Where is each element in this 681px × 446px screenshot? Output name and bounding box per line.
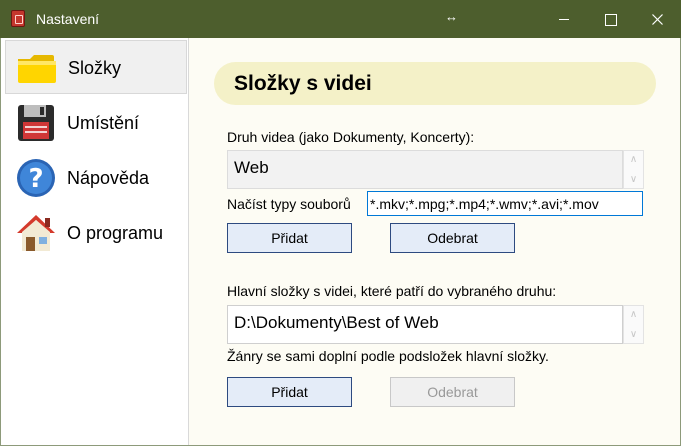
sidebar-item-label: Složky: [68, 58, 122, 78]
maximize-button[interactable]: [587, 0, 633, 38]
window-title: Nastavení: [36, 11, 100, 27]
video-type-scrollbar[interactable]: ∧ ∨: [623, 150, 644, 189]
sidebar-item-folders[interactable]: Složky: [5, 40, 187, 94]
svg-text:?: ?: [28, 164, 43, 194]
app-icon: [11, 10, 25, 27]
remove-folder-button[interactable]: Odebrat: [390, 377, 515, 407]
add-video-type-button[interactable]: Přidat: [227, 223, 352, 253]
sidebar-item-label: O programu: [67, 223, 164, 243]
close-icon: [652, 14, 663, 25]
sidebar-item-help[interactable]: ? Nápověda: [5, 151, 187, 205]
section-title: Složky s videi: [214, 62, 656, 105]
resize-arrows-icon: ↔: [445, 9, 458, 24]
main-folders-list[interactable]: D:\Dokumenty\Best of Web: [227, 305, 623, 344]
video-type-label: Druh videa (jako Dokumenty, Koncerty):: [227, 129, 475, 145]
list-item[interactable]: Web: [234, 156, 616, 180]
minimize-button[interactable]: [541, 0, 587, 38]
sidebar: Složky Umístění ? Nápověda O programu: [1, 38, 189, 445]
window-body: Složky Umístění ? Nápověda O programu Sl…: [0, 38, 681, 446]
scroll-down-icon[interactable]: ∨: [627, 173, 640, 186]
close-button[interactable]: [634, 0, 680, 38]
home-icon: [17, 215, 55, 251]
settings-panel: Složky s videi Druh videa (jako Dokument…: [189, 38, 680, 445]
title-bar[interactable]: Nastavení ↔: [0, 0, 681, 38]
video-type-list[interactable]: Web: [227, 150, 623, 189]
main-folders-label: Hlavní složky s videi, které patří do vy…: [227, 283, 557, 299]
floppy-disk-icon: [18, 105, 54, 141]
list-item[interactable]: D:\Dokumenty\Best of Web: [234, 311, 616, 335]
file-types-label: Načíst typy souborů: [227, 196, 351, 212]
sidebar-item-label: Umístění: [67, 113, 140, 133]
file-types-input[interactable]: [367, 191, 643, 216]
scroll-up-icon[interactable]: ∧: [627, 308, 640, 321]
add-folder-button[interactable]: Přidat: [227, 377, 352, 407]
folder-icon: [18, 55, 56, 83]
genres-note: Žánry se sami doplní podle podsložek hla…: [227, 348, 549, 364]
scroll-down-icon[interactable]: ∨: [627, 328, 640, 341]
sidebar-item-location[interactable]: Umístění: [5, 96, 187, 150]
help-icon: ?: [17, 159, 55, 197]
main-folders-scrollbar[interactable]: ∧ ∨: [623, 305, 644, 344]
scroll-up-icon[interactable]: ∧: [627, 153, 640, 166]
remove-video-type-button[interactable]: Odebrat: [390, 223, 515, 253]
sidebar-item-about[interactable]: O programu: [5, 206, 187, 260]
sidebar-item-label: Nápověda: [67, 168, 150, 188]
